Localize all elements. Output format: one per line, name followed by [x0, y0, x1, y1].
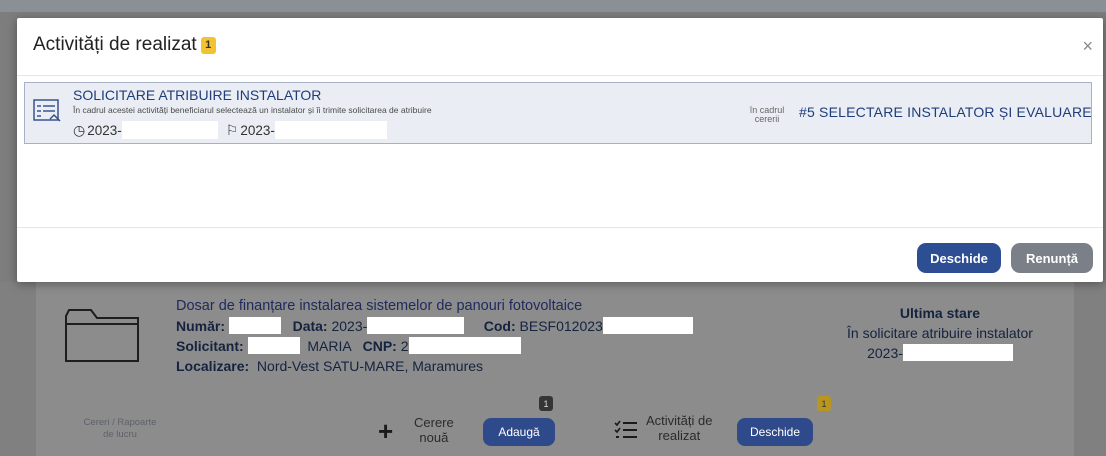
cnp-label: CNP: — [362, 338, 397, 354]
data-value: 2023- — [331, 318, 368, 334]
activity-start-date: 2023- — [87, 122, 122, 138]
clock-icon: ◷ — [73, 121, 86, 138]
localizare-label: Localizare: — [176, 358, 250, 374]
folder-icon — [65, 309, 139, 362]
localizare-value: Nord-Vest SATU-MARE, Maramures — [256, 358, 484, 374]
activity-item[interactable]: SOLICITARE ATRIBUIRE INSTALATOR În cadru… — [24, 82, 1092, 144]
toolbar-left-line2: de lucru — [103, 429, 137, 440]
cod-value: BESF012023 — [519, 318, 603, 334]
cerere-line1: Cerere — [414, 415, 454, 430]
activitati-line2: realizat — [658, 428, 701, 443]
activitati-label: Activități de realizat — [646, 413, 712, 443]
cod-label: Cod: — [483, 318, 516, 334]
dosar-row-numar: Număr: Data: 2023- Cod: BESF012023 — [176, 316, 693, 336]
context-label-line2: cererii — [754, 114, 780, 124]
ultima-stare-date-row: 2023- — [820, 343, 1060, 363]
context-label: în cadrul cererii — [743, 106, 791, 124]
redacted-due-date — [274, 121, 387, 139]
activity-description: În cadrul acestei activități beneficiaru… — [73, 105, 432, 115]
adauga-button[interactable]: Adaugă — [483, 418, 555, 446]
close-button[interactable]: × — [1082, 36, 1093, 57]
activity-title: SOLICITARE ATRIBUIRE INSTALATOR — [73, 87, 322, 103]
dosar-row-solicitant: Solicitant: MARIA CNP: 2 — [176, 336, 693, 356]
cerere-count-badge: 1 — [539, 396, 553, 411]
activity-status: #5 SELECTARE INSTALATOR ȘI EVALUARE — [799, 104, 1092, 120]
task-list-icon — [33, 99, 61, 122]
modal-title-text: Activități de realizat — [33, 34, 197, 55]
activitati-count-badge: 1 — [817, 396, 831, 411]
ultima-stare: Ultima stare În solicitare atribuire ins… — [820, 303, 1060, 363]
cerere-noua-label: Cerere nouă — [414, 415, 454, 445]
redacted-ultima-date — [902, 344, 1013, 361]
cnp-value: 2 — [400, 338, 409, 354]
cerere-line2: nouă — [419, 430, 449, 445]
modal-footer: Deschide Renunță — [17, 227, 1103, 282]
toolbar-left-line1: Cereri / Rapoarte — [83, 417, 157, 428]
modal-title: Activități de realizat 1 — [33, 34, 216, 56]
dosar-info: Dosar de finanțare instalarea sistemelor… — [176, 296, 693, 376]
ultima-stare-heading: Ultima stare — [899, 305, 981, 321]
redacted-cod — [602, 317, 693, 334]
checklist-icon — [614, 420, 637, 438]
redacted-start-date — [121, 121, 218, 139]
modal-count-badge: 1 — [200, 37, 216, 54]
redacted-numar — [228, 317, 281, 334]
ultima-stare-date: 2023- — [867, 345, 903, 361]
deschide-button[interactable]: Deschide — [917, 243, 1001, 273]
deschide-activitati-button[interactable]: Deschide — [737, 418, 813, 446]
modal-header: Activități de realizat 1 × — [17, 18, 1103, 76]
redacted-cnp — [408, 337, 521, 354]
ultima-stare-status: În solicitare atribuire instalator — [847, 325, 1033, 341]
activitati-modal: Activități de realizat 1 × SOLICITARE ATR… — [17, 18, 1103, 282]
solicitant-label: Solicitant: — [176, 338, 244, 354]
activity-dates: ◷ 2023- ⚐ 2023- — [73, 121, 387, 139]
renunta-button[interactable]: Renunță — [1011, 243, 1093, 273]
activitati-line1: Activități de — [646, 413, 713, 428]
data-label: Data: — [292, 318, 328, 334]
redacted-solicitant — [247, 337, 300, 354]
redacted-data — [367, 317, 465, 334]
flag-icon: ⚐ — [225, 121, 239, 138]
dosar-title: Dosar de finanțare instalarea sistemelor… — [176, 298, 583, 314]
dosar-row-localizare: Localizare: Nord-Vest SATU-MARE, Maramur… — [176, 356, 693, 376]
toolbar-cereri-rapoarte[interactable]: Cereri / Rapoarte de lucru — [60, 417, 180, 441]
solicitant-value: MARIA — [307, 338, 351, 354]
activity-due-date: 2023- — [240, 122, 275, 138]
plus-icon: + — [378, 416, 394, 446]
numar-label: Număr: — [176, 318, 226, 334]
page-top-strip — [0, 0, 1106, 12]
